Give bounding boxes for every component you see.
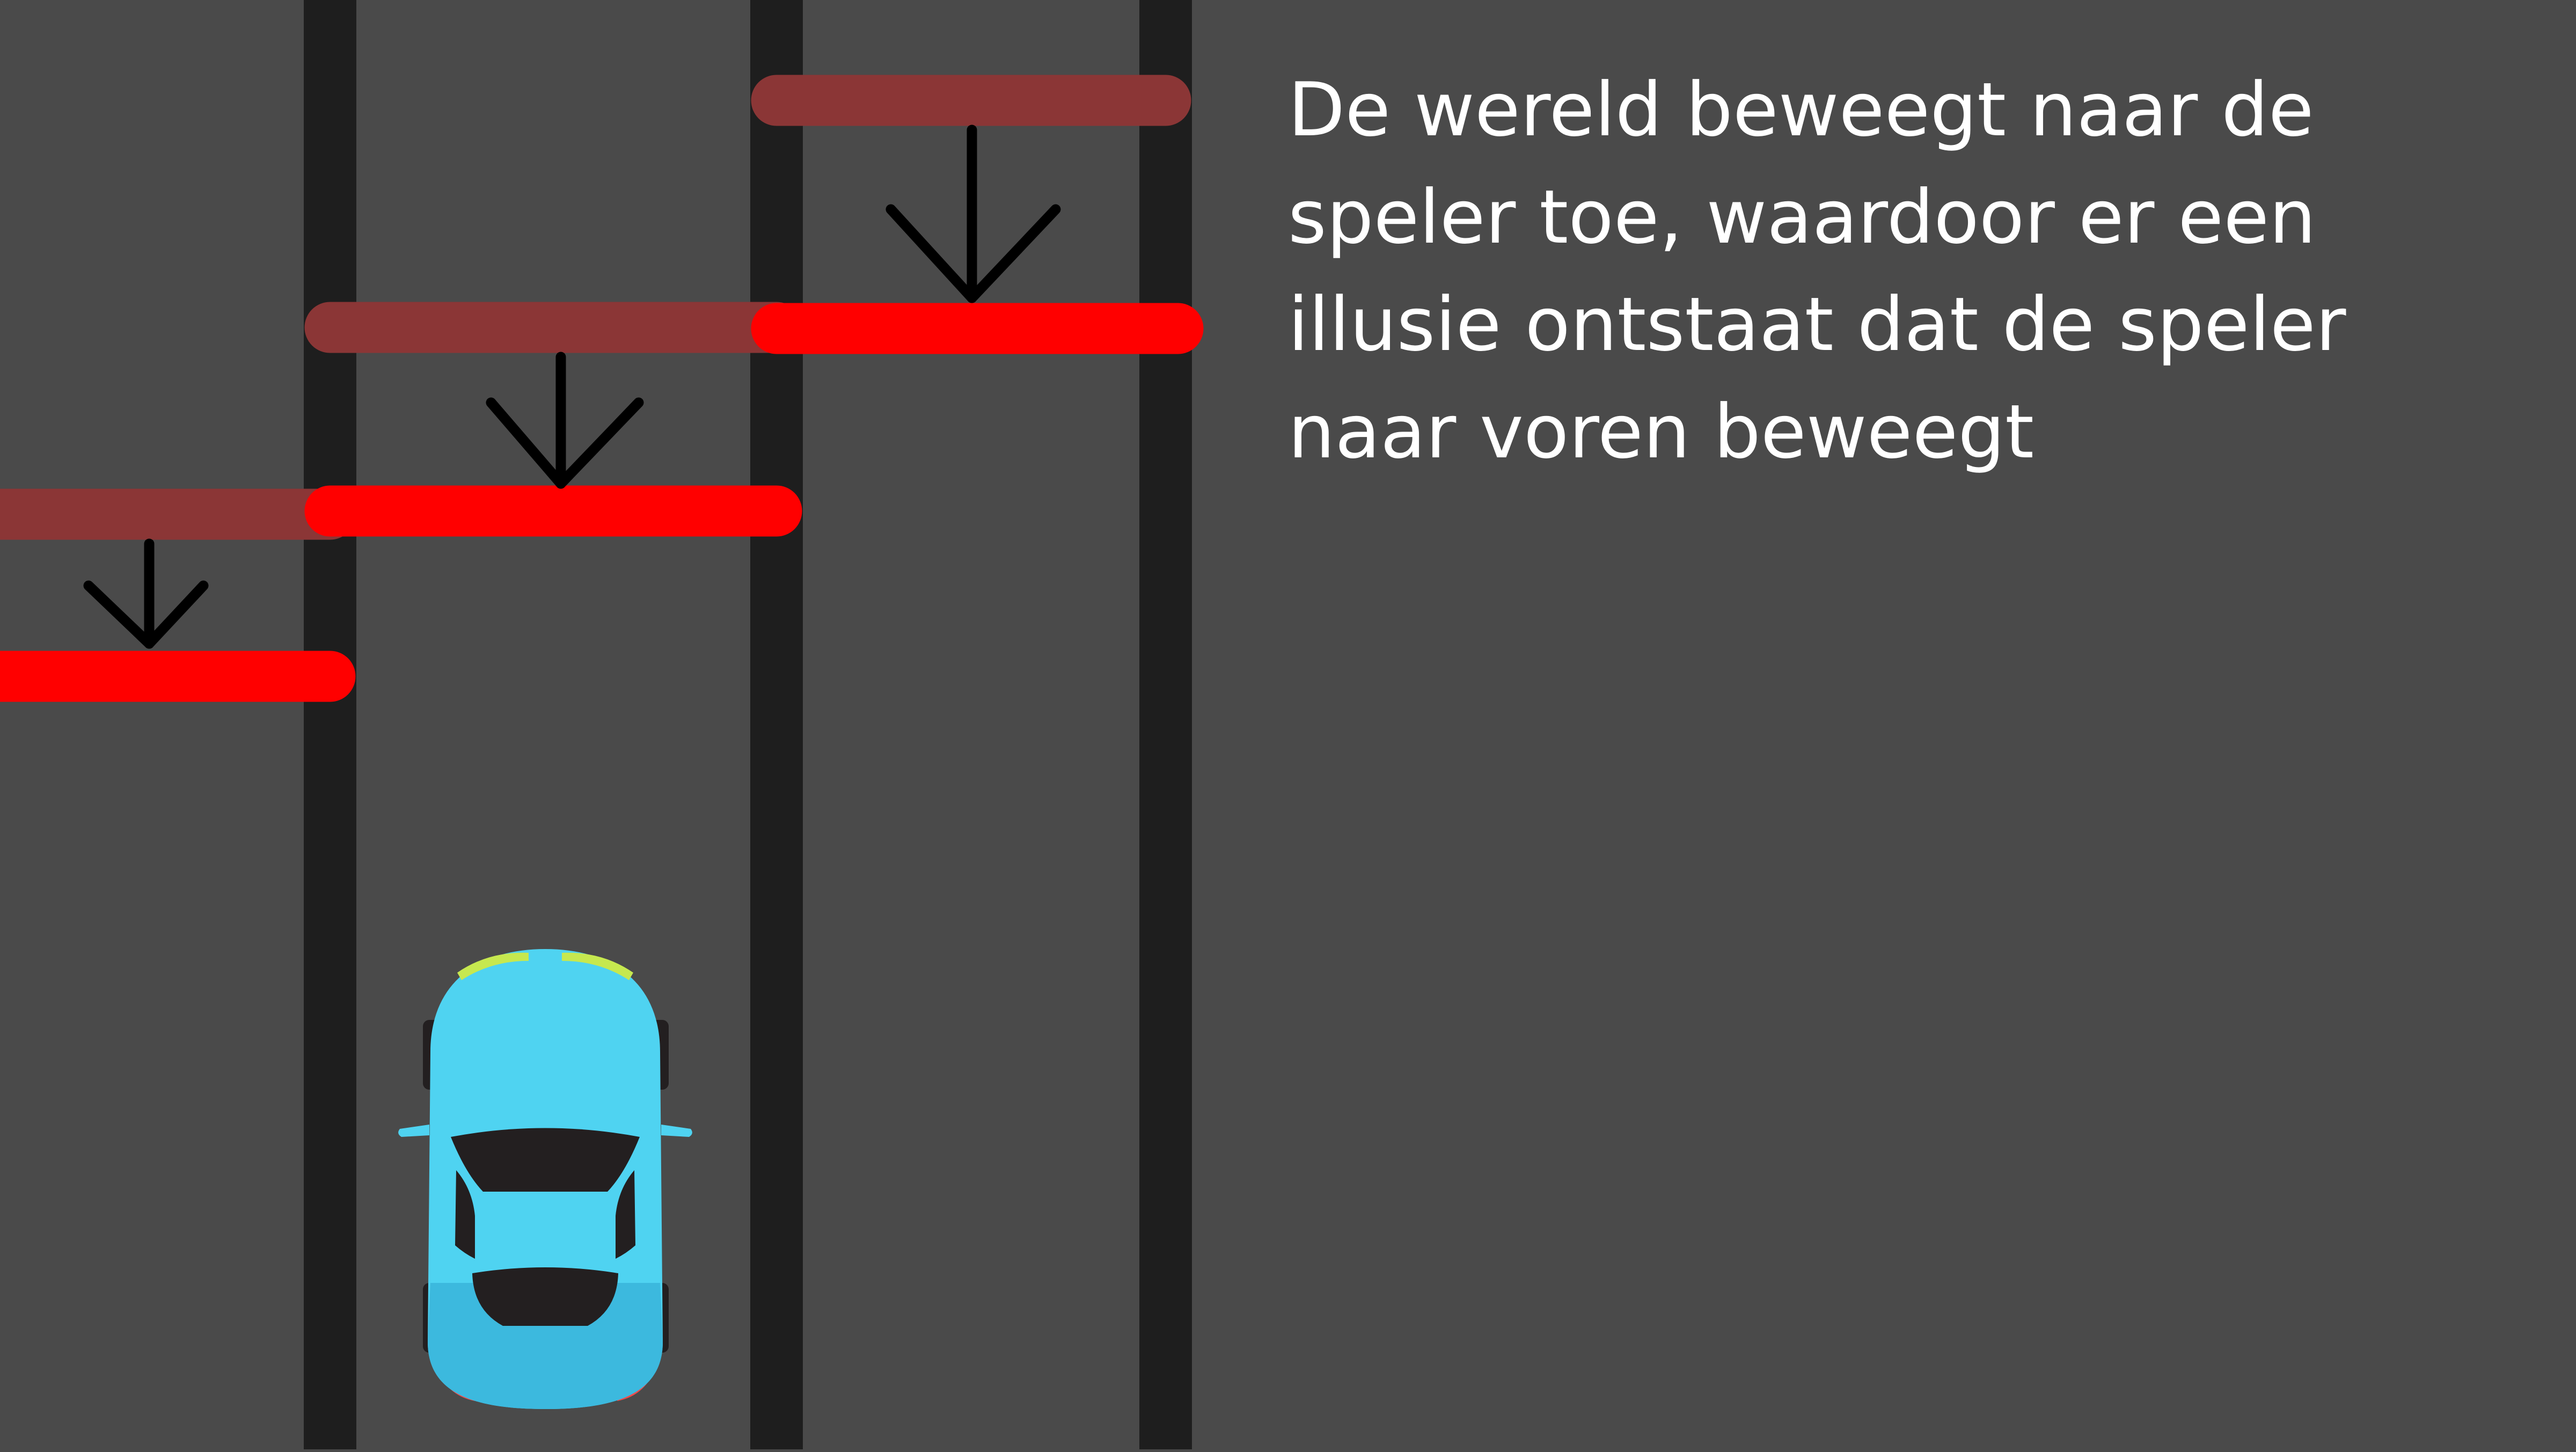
lane-line-1 xyxy=(304,0,356,1449)
caption-line: speler toe, waardoor er een xyxy=(1288,174,2316,260)
explanation-caption: De wereld beweegt naar de speler toe, wa… xyxy=(1288,56,2522,486)
lane-line-2 xyxy=(750,0,803,1449)
car-roof xyxy=(479,1193,611,1257)
car-rear-window xyxy=(472,1267,618,1326)
caption-line: naar voren beweegt xyxy=(1288,389,2035,475)
car-topdown-icon xyxy=(398,949,692,1409)
lane-line-3 xyxy=(1139,0,1192,1449)
caption-line: De wereld beweegt naar de xyxy=(1288,67,2314,153)
caption-line: illusie ontstaat dat de speler xyxy=(1288,281,2346,368)
car-windshield xyxy=(451,1128,640,1192)
game-diagram: De wereld beweegt naar de speler toe, wa… xyxy=(0,0,2576,1449)
